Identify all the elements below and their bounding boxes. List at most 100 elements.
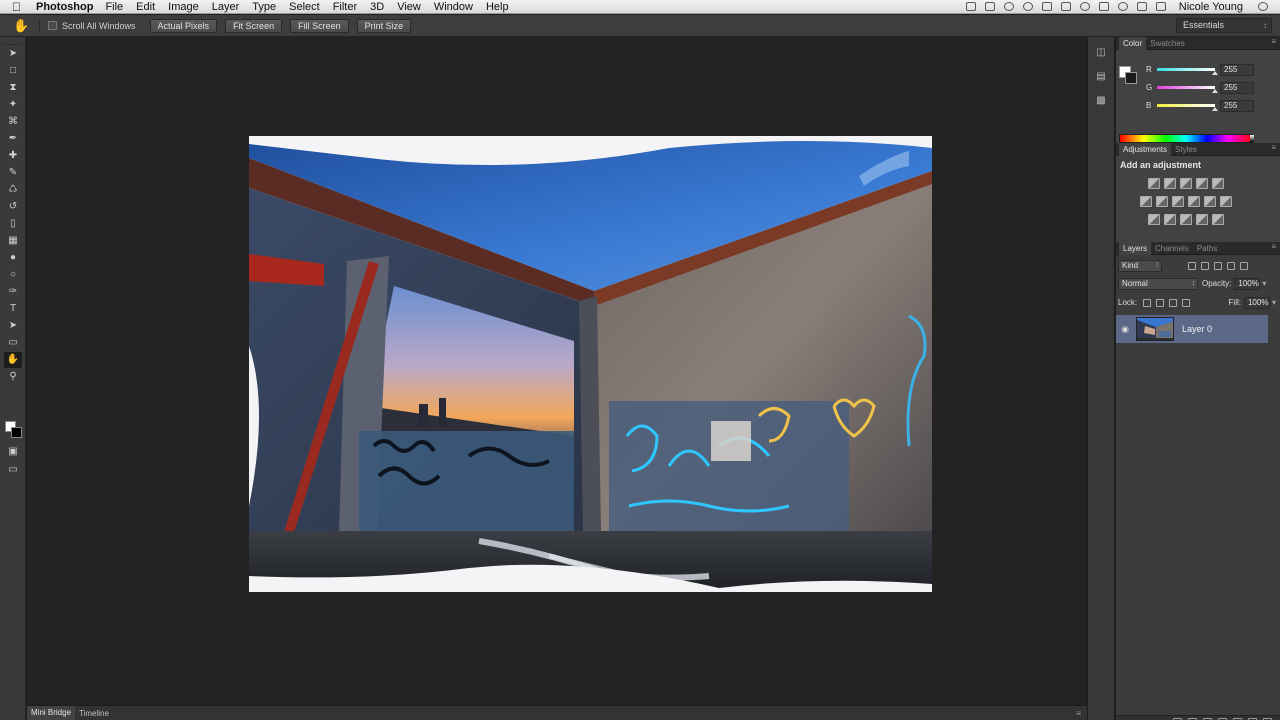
color-lookup-icon[interactable]	[1220, 196, 1232, 207]
menu-layer[interactable]: Layer	[212, 1, 240, 13]
brush-tool-icon[interactable]: ✎	[4, 165, 22, 181]
threshold-icon[interactable]	[1180, 214, 1192, 225]
path-select-tool-icon[interactable]: ➤	[4, 318, 22, 334]
screen-mode-icon[interactable]: ▭	[4, 462, 22, 478]
lock-pixels-icon[interactable]	[1156, 298, 1165, 307]
lasso-tool-icon[interactable]: ⧗	[4, 80, 22, 96]
actual-pixels-button[interactable]: Actual Pixels	[149, 18, 218, 33]
menu-select[interactable]: Select	[289, 1, 320, 13]
tab-color[interactable]: Color	[1119, 36, 1147, 50]
green-slider-thumb[interactable]	[1212, 89, 1218, 93]
opacity-dropdown-icon[interactable]: ▾	[1262, 279, 1266, 288]
move-tool-icon[interactable]: ➤	[4, 46, 22, 62]
menu-edit[interactable]: Edit	[136, 1, 155, 13]
tab-styles[interactable]: Styles	[1171, 143, 1201, 156]
tab-layers[interactable]: Layers	[1119, 241, 1152, 255]
battery-icon[interactable]	[1155, 2, 1166, 11]
red-slider-thumb[interactable]	[1212, 71, 1218, 75]
fill-dropdown-icon[interactable]: ▾	[1272, 298, 1276, 307]
hue-saturation-icon[interactable]	[1140, 196, 1152, 207]
green-value-field[interactable]: 255	[1220, 82, 1254, 94]
blue-value-field[interactable]: 255	[1220, 100, 1254, 112]
hand-tool-icon[interactable]: ✋	[4, 352, 22, 368]
type-tool-icon[interactable]: T	[4, 301, 22, 317]
black-white-icon[interactable]	[1172, 196, 1184, 207]
zoom-tool-icon[interactable]: ⚲	[4, 369, 22, 385]
info-panel-icon[interactable]: ▩	[1093, 93, 1109, 109]
filter-smart-object-icon[interactable]	[1240, 261, 1248, 270]
menu-filter[interactable]: Filter	[333, 1, 357, 13]
app-menu[interactable]: Photoshop	[36, 1, 93, 13]
volume-icon[interactable]	[1136, 2, 1147, 11]
fill-field[interactable]: 100%	[1243, 296, 1270, 309]
tab-timeline[interactable]: Timeline	[75, 709, 113, 718]
menu-file[interactable]: File	[105, 1, 123, 13]
exposure-icon[interactable]	[1196, 178, 1208, 189]
visibility-eye-icon[interactable]: ◉	[1118, 324, 1132, 335]
eraser-tool-icon[interactable]: ▯	[4, 216, 22, 232]
red-slider-track[interactable]	[1157, 68, 1215, 71]
blue-slider[interactable]: B 255	[1146, 100, 1276, 114]
filter-shape-icon[interactable]	[1227, 261, 1235, 270]
filter-adjustment-icon[interactable]	[1201, 261, 1209, 270]
display-icon[interactable]	[984, 2, 995, 11]
bluetooth-icon[interactable]	[1098, 2, 1109, 11]
fill-screen-button[interactable]: Fill Screen	[290, 18, 349, 33]
menu-view[interactable]: View	[397, 1, 421, 13]
layer-kind-filter[interactable]: Kind	[1118, 259, 1162, 272]
lock-position-icon[interactable]	[1169, 298, 1178, 307]
scroll-all-windows-checkbox[interactable]	[48, 21, 57, 30]
document-canvas-area[interactable]	[27, 37, 1087, 705]
layer-name[interactable]: Layer 0	[1182, 324, 1212, 334]
monitor-icon[interactable]	[1041, 2, 1052, 11]
gradient-tool-icon[interactable]: ▦	[4, 233, 22, 249]
history-brush-tool-icon[interactable]: ↺	[4, 199, 22, 215]
toolbox-grip[interactable]	[3, 37, 22, 45]
menu-image[interactable]: Image	[168, 1, 199, 13]
menu-3d[interactable]: 3D	[370, 1, 384, 13]
brightness-contrast-icon[interactable]	[1148, 178, 1160, 189]
color-balance-icon[interactable]	[1156, 196, 1168, 207]
panel-menu-icon[interactable]: ≡	[1271, 37, 1276, 46]
opacity-field[interactable]: 100%	[1234, 277, 1261, 290]
marquee-tool-icon[interactable]: □	[4, 63, 22, 79]
tab-mini-bridge[interactable]: Mini Bridge	[27, 706, 76, 720]
tab-channels[interactable]: Channels	[1151, 242, 1193, 255]
tab-paths[interactable]: Paths	[1193, 242, 1221, 255]
panel-menu-icon[interactable]: ≡	[1271, 242, 1276, 251]
time-machine-icon[interactable]	[1079, 2, 1090, 11]
blue-slider-track[interactable]	[1157, 104, 1215, 107]
lock-all-icon[interactable]	[1182, 298, 1191, 307]
record-icon[interactable]	[1003, 2, 1014, 11]
menu-type[interactable]: Type	[252, 1, 276, 13]
fit-screen-button[interactable]: Fit Screen	[225, 18, 283, 33]
hand-tool-icon[interactable]: ✋	[13, 18, 29, 34]
filter-type-icon[interactable]	[1214, 261, 1222, 270]
red-value-field[interactable]: 255	[1220, 64, 1254, 76]
invert-icon[interactable]	[1148, 214, 1160, 225]
panel-menu-icon[interactable]: ≡	[1076, 709, 1081, 718]
vibrance-icon[interactable]	[1212, 178, 1224, 189]
layer-thumbnail[interactable]	[1136, 317, 1174, 341]
tab-swatches[interactable]: Swatches	[1146, 37, 1189, 50]
filter-pixel-icon[interactable]	[1188, 261, 1196, 270]
workspace-switcher[interactable]: Essentials	[1176, 18, 1272, 33]
properties-panel-icon[interactable]: ▤	[1093, 69, 1109, 85]
blue-slider-thumb[interactable]	[1212, 107, 1218, 111]
spotlight-search-icon[interactable]	[1258, 2, 1268, 11]
refresh-icon[interactable]	[1022, 2, 1033, 11]
posterize-icon[interactable]	[1164, 214, 1176, 225]
user-menu[interactable]: Nicole Young	[1179, 1, 1243, 13]
panel-menu-icon[interactable]: ≡	[1271, 143, 1276, 152]
quick-select-tool-icon[interactable]: ✦	[4, 97, 22, 113]
layer-row[interactable]: ◉ Layer 0	[1116, 315, 1268, 343]
lock-transparency-icon[interactable]	[1143, 298, 1152, 307]
rectangle-tool-icon[interactable]: ▭	[4, 335, 22, 351]
document-image[interactable]	[249, 136, 932, 592]
background-color-swatch[interactable]	[11, 427, 22, 438]
levels-icon[interactable]	[1164, 178, 1176, 189]
curves-icon[interactable]	[1180, 178, 1192, 189]
menu-help[interactable]: Help	[486, 1, 509, 13]
gradient-map-icon[interactable]	[1212, 214, 1224, 225]
crop-tool-icon[interactable]: ⌘	[4, 114, 22, 130]
